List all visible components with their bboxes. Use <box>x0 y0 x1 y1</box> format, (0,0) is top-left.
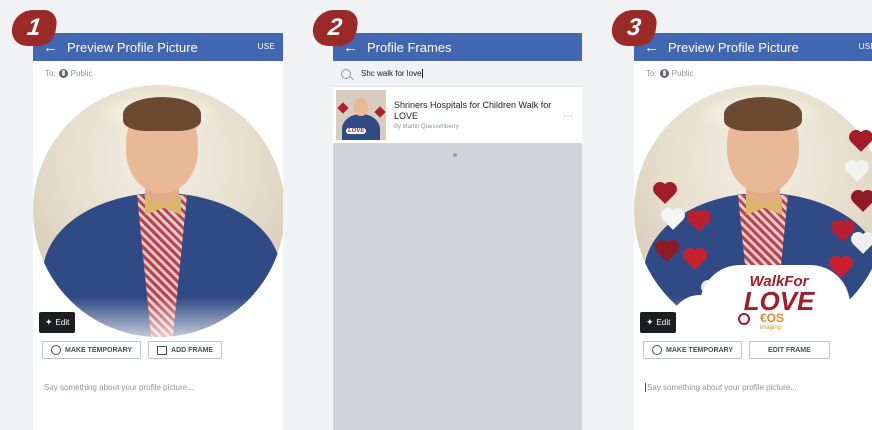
more-dots-icon[interactable]: ⋯ <box>563 111 574 122</box>
globe-icon <box>58 68 68 78</box>
audience-value: Public <box>671 68 694 78</box>
audience-value: Public <box>70 68 93 78</box>
phone-panel-1: ← Preview Profile Picture USE To: Public… <box>33 0 283 430</box>
frame-line-2: LOVE <box>743 286 815 316</box>
add-frame-button[interactable]: ADD FRAME <box>148 341 223 359</box>
use-button[interactable]: USE <box>258 42 275 51</box>
caption-placeholder: Say something about your profile picture… <box>647 383 797 392</box>
action-buttons: MAKE TEMPORARY ADD FRAME <box>42 341 223 359</box>
make-temporary-label: MAKE TEMPORARY <box>65 346 133 354</box>
edit-frame-label: EDIT FRAME <box>768 346 811 354</box>
heart-icon <box>374 106 386 118</box>
profile-photo-area: WalkFor LOVE €OS imaging ✦ Edit <box>634 85 872 337</box>
profile-photo-area: ✦ Edit <box>33 85 283 337</box>
action-buttons: MAKE TEMPORARY EDIT FRAME <box>643 341 830 359</box>
frames-screen: ← Profile Frames Shc walk for love LOVE … <box>333 33 582 430</box>
preview-screen-with-frame: ← Preview Profile Picture USE To: Public <box>634 33 872 430</box>
eos-sub: imaging <box>760 325 782 331</box>
photo-hair <box>724 97 802 131</box>
audience-row[interactable]: To: Public <box>33 61 283 85</box>
audience-label: To: <box>45 68 56 78</box>
search-input[interactable]: Shc walk for love <box>361 69 421 78</box>
globe-icon <box>659 68 669 78</box>
thumb-jacket <box>342 114 380 140</box>
edit-label: Edit <box>55 318 70 327</box>
phone-panel-2: ← Profile Frames Shc walk for love LOVE … <box>333 0 582 430</box>
frame-icon <box>157 345 168 355</box>
audience-label: To: <box>646 68 657 78</box>
caption-input[interactable]: Say something about your profile picture… <box>44 383 194 392</box>
loading-indicator <box>453 153 457 157</box>
magic-wand-icon: ✦ <box>45 317 53 327</box>
magic-wand-icon: ✦ <box>646 317 654 327</box>
use-button[interactable]: USE <box>859 42 872 51</box>
thumb-frame-label: LOVE <box>346 128 367 134</box>
frame-title: WalkFor LOVE <box>729 274 829 316</box>
text-cursor <box>422 69 424 78</box>
clock-icon <box>51 345 61 355</box>
app-header: ← Profile Frames <box>333 33 582 61</box>
thumb-face <box>354 98 368 116</box>
frame-author: By Martin Quessenberry <box>394 124 459 130</box>
make-temporary-button[interactable]: MAKE TEMPORARY <box>643 341 743 359</box>
edit-photo-button[interactable]: ✦ Edit <box>640 312 677 333</box>
app-header: ← Preview Profile Picture USE <box>634 33 872 61</box>
make-temporary-button[interactable]: MAKE TEMPORARY <box>42 341 142 359</box>
preview-screen: ← Preview Profile Picture USE To: Public… <box>33 33 283 430</box>
frame-title: Shriners Hospitals for Children Walk for… <box>394 100 552 121</box>
search-icon <box>341 68 351 79</box>
eos-logo: €OS imaging <box>760 311 784 331</box>
frame-result-item[interactable]: LOVE Shriners Hospitals for Children Wal… <box>333 87 582 143</box>
header-title: Preview Profile Picture <box>668 39 799 55</box>
photo-hair <box>123 97 201 131</box>
app-header: ← Preview Profile Picture USE <box>33 33 283 61</box>
eos-mark: €OS <box>760 311 785 325</box>
edit-frame-button[interactable]: EDIT FRAME <box>749 341 830 359</box>
frame-search-bar[interactable]: Shc walk for love <box>333 61 582 87</box>
frame-result-text: Shriners Hospitals for Children Walk for… <box>394 100 554 130</box>
heart-icon <box>337 102 349 114</box>
frame-thumbnail: LOVE <box>336 90 386 140</box>
edit-label: Edit <box>656 318 671 327</box>
text-cursor <box>645 383 646 393</box>
audience-row[interactable]: To: Public <box>634 61 872 85</box>
shriners-logo-icon <box>738 313 750 325</box>
header-title: Preview Profile Picture <box>67 39 198 55</box>
phone-panel-3: ← Preview Profile Picture USE To: Public <box>634 0 872 430</box>
caption-input[interactable]: Say something about your profile picture… <box>645 383 797 393</box>
clock-icon <box>652 345 662 355</box>
empty-results-area <box>333 143 582 430</box>
header-title: Profile Frames <box>367 39 452 55</box>
add-frame-label: ADD FRAME <box>171 346 214 354</box>
edit-photo-button[interactable]: ✦ Edit <box>39 312 76 333</box>
make-temporary-label: MAKE TEMPORARY <box>666 346 734 354</box>
